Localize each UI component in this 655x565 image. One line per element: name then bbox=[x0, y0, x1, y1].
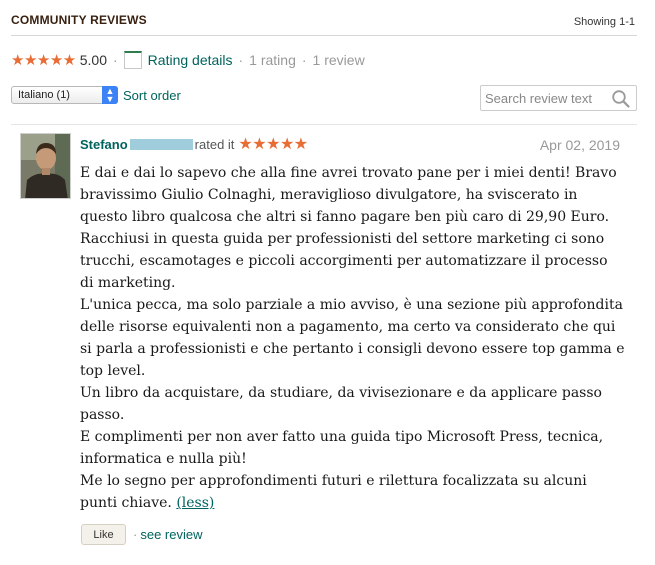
rating-details-link[interactable]: Rating details bbox=[148, 52, 233, 68]
rating-details-chart-icon[interactable] bbox=[123, 51, 142, 69]
filter-bar: Italiano (1) ▲ ▼ Sort order bbox=[11, 85, 637, 111]
like-button[interactable]: Like bbox=[81, 524, 126, 545]
rating-count: 1 rating bbox=[249, 52, 296, 68]
reviewer-avatar[interactable] bbox=[20, 133, 71, 199]
see-review-link[interactable]: see review bbox=[140, 527, 202, 542]
language-select[interactable]: Italiano (1) ▲ ▼ bbox=[11, 86, 118, 104]
rated-it-label: rated it bbox=[194, 136, 235, 152]
review-paragraph: E complimenti per non aver fatto una gui… bbox=[80, 429, 604, 467]
language-select-value: Italiano (1) bbox=[18, 89, 70, 101]
divider bbox=[11, 124, 637, 125]
separator-dot: · bbox=[301, 52, 307, 68]
reviewer-line: Stefano rated it ★★★★★ bbox=[80, 134, 308, 154]
less-link[interactable]: (less) bbox=[176, 495, 214, 511]
review-paragraph-last: Me lo segno per approfondimenti futuri e… bbox=[80, 470, 625, 514]
separator-dot: · bbox=[113, 52, 118, 68]
review-paragraph: Me lo segno per approfondimenti futuri e… bbox=[80, 473, 587, 511]
sort-order-link[interactable]: Sort order bbox=[123, 88, 181, 103]
review-paragraph: Un libro da acquistare, da studiare, da … bbox=[80, 385, 602, 423]
review-count: 1 review bbox=[312, 52, 365, 68]
separator-dot: · bbox=[238, 52, 244, 68]
review-rating-stars: ★★★★★ bbox=[238, 136, 308, 153]
showing-count: Showing 1-1 bbox=[573, 16, 635, 28]
average-rating-stars: ★★★★★ bbox=[11, 51, 76, 69]
section-title: COMMUNITY REVIEWS bbox=[11, 13, 147, 27]
community-reviews-header: COMMUNITY REVIEWS Showing 1-1 bbox=[11, 12, 637, 36]
review-date-link[interactable]: Apr 02, 2019 bbox=[540, 137, 620, 153]
avatar-photo bbox=[21, 134, 70, 198]
rating-summary: ★★★★★ 5.00 · Rating details · 1 rating ·… bbox=[11, 50, 365, 70]
review-paragraph: L'unica pecca, ma solo parziale a mio av… bbox=[80, 297, 625, 379]
select-updown-icon: ▲ ▼ bbox=[102, 86, 118, 104]
search-icon[interactable] bbox=[611, 89, 631, 109]
search-review-box bbox=[480, 85, 637, 111]
redacted-name-block bbox=[129, 138, 193, 150]
review-text: E dai e dai lo sapevo che alla fine avre… bbox=[80, 162, 625, 514]
review-actions: Like · see review bbox=[81, 524, 202, 545]
review-paragraph: E dai e dai lo sapevo che alla fine avre… bbox=[80, 165, 617, 291]
search-review-input[interactable] bbox=[485, 89, 607, 107]
average-rating-value: 5.00 bbox=[79, 52, 107, 68]
separator-dot: · bbox=[133, 527, 138, 542]
reviewer-name-link[interactable]: Stefano bbox=[80, 137, 128, 152]
